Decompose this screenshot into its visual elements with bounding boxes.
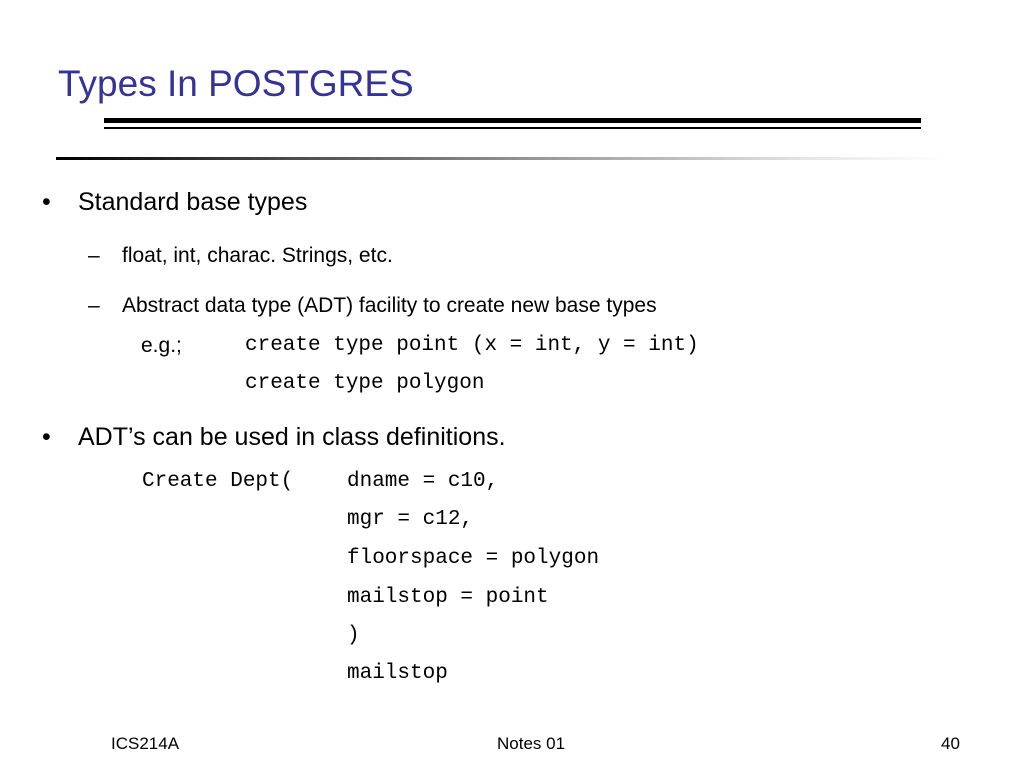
code-line-mailstop: mailstop: [347, 662, 448, 685]
slide-title: Types In POSTGRES: [58, 63, 414, 104]
sub-bullet-text-adt-facility: Abstract data type (ADT) facility to cre…: [122, 294, 657, 317]
footer-notes: Notes 01: [497, 734, 566, 753]
sub-bullet-marker: –: [88, 294, 100, 317]
code-create-dept-prefix: Create Dept(: [142, 470, 294, 493]
code-line-create-type-polygon: create type polygon: [245, 372, 485, 395]
code-line-mgr: mgr = c12,: [347, 508, 474, 531]
code-line-floorspace: floorspace = polygon: [347, 547, 600, 570]
title-underline-thin: [104, 127, 921, 129]
bullet-marker: •: [42, 423, 51, 451]
code-line-dname: dname = c10,: [347, 470, 499, 493]
footer-course: ICS214A: [111, 734, 180, 753]
bullet-marker: •: [42, 188, 51, 216]
code-line-create-type-point: create type point (x = int, y = int): [245, 334, 699, 357]
example-label: e.g.;: [141, 334, 182, 357]
bullet-text-standard-base-types: Standard base types: [78, 188, 308, 216]
header-divider: [56, 157, 946, 160]
code-line-close-paren: ): [347, 624, 360, 647]
sub-bullet-marker: –: [88, 244, 100, 267]
footer-page-number: 40: [941, 734, 960, 753]
title-underline-thick: [104, 118, 921, 123]
bullet-text-adt-class-definitions: ADT’s can be used in class definitions.: [78, 423, 506, 451]
sub-bullet-text-base-types: float, int, charac. Strings, etc.: [122, 244, 393, 267]
code-line-mailstop-point: mailstop = point: [347, 586, 549, 609]
